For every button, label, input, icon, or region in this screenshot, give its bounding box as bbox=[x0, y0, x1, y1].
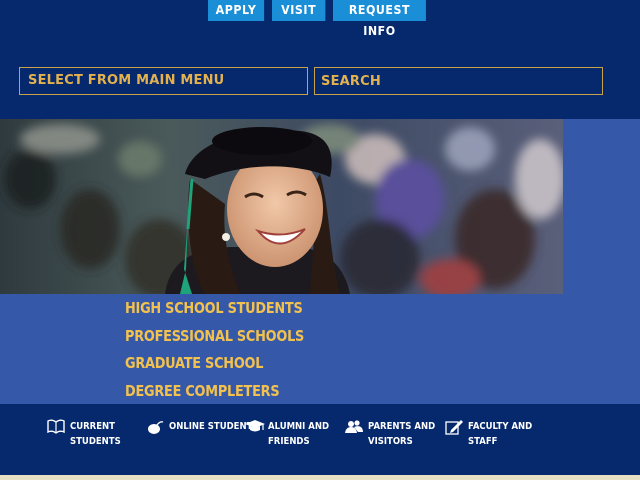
list-item: PROFESSIONAL SCHOOLS bbox=[125, 325, 333, 353]
nav-parents-and-visitors[interactable]: PARENTS AND VISITORS bbox=[345, 419, 447, 449]
graduate-photo bbox=[0, 119, 563, 294]
visit-button[interactable]: VISIT bbox=[272, 0, 326, 21]
hero-image bbox=[0, 119, 563, 294]
pencil-icon bbox=[445, 419, 465, 435]
nav-faculty-and-staff[interactable]: FACULTY AND STAFF bbox=[445, 419, 544, 449]
professional-schools-link[interactable]: PROFESSIONAL SCHOOLS bbox=[125, 325, 304, 347]
bottom-nav: CURRENT STUDENTS ONLINE STUDENTS ALUMNI … bbox=[0, 404, 640, 475]
nav-label: PARENTS AND VISITORS bbox=[368, 421, 436, 447]
audience-band: HIGH SCHOOL STUDENTS PROFESSIONAL SCHOOL… bbox=[0, 294, 640, 404]
high-school-students-link[interactable]: HIGH SCHOOL STUDENTS bbox=[125, 297, 303, 319]
list-item: GRADUATE SCHOOL bbox=[125, 352, 333, 380]
book-icon bbox=[47, 419, 67, 435]
people-icon bbox=[345, 419, 365, 435]
nav-label: ALUMNI AND FRIENDS bbox=[268, 421, 330, 447]
graduation-cap-icon bbox=[245, 419, 265, 435]
list-item: HIGH SCHOOL STUDENTS bbox=[125, 297, 333, 325]
page: APPLY VISIT REQUEST INFO SELECT FROM MAI… bbox=[0, 0, 640, 480]
hero-side-panel bbox=[563, 119, 640, 294]
apply-button[interactable]: APPLY bbox=[208, 0, 265, 21]
mouse-icon bbox=[146, 419, 166, 435]
audience-link-list: HIGH SCHOOL STUDENTS PROFESSIONAL SCHOOL… bbox=[125, 297, 333, 407]
nav-label: CURRENT STUDENTS bbox=[70, 421, 121, 447]
nav-alumni-and-friends[interactable]: ALUMNI AND FRIENDS bbox=[245, 419, 340, 449]
graduate-school-link[interactable]: GRADUATE SCHOOL bbox=[125, 352, 263, 374]
top-actions: APPLY VISIT REQUEST INFO bbox=[208, 0, 434, 38]
footer-strip bbox=[0, 475, 640, 480]
list-item: DEGREE COMPLETERS bbox=[125, 380, 333, 408]
degree-completers-link[interactable]: DEGREE COMPLETERS bbox=[125, 380, 280, 402]
nav-current-students[interactable]: CURRENT STUDENTS bbox=[47, 419, 130, 449]
main-menu-select[interactable]: SELECT FROM MAIN MENU bbox=[19, 67, 308, 95]
nav-label: FACULTY AND STAFF bbox=[468, 421, 533, 447]
request-info-button[interactable]: REQUEST INFO bbox=[333, 0, 426, 38]
search-input[interactable] bbox=[314, 67, 603, 95]
